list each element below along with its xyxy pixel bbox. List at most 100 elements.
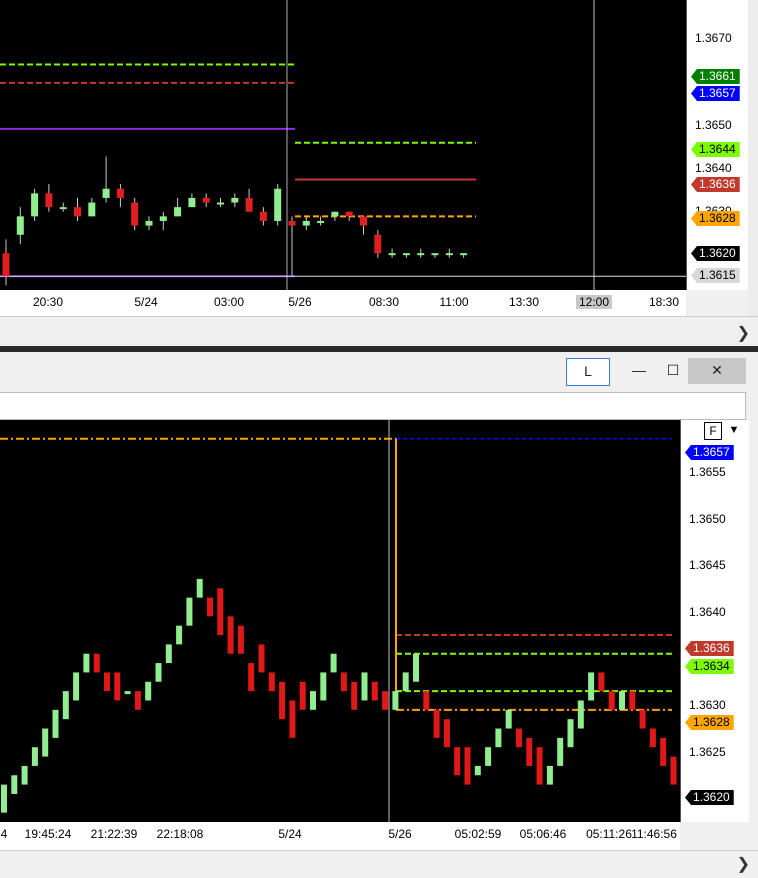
x-tick-label: 08:30 [368,295,400,309]
price-bar [588,672,595,701]
price-bar [567,719,574,748]
price-bar [320,672,327,701]
price-tag: 1.3615 [691,268,740,283]
price-tag: 1.3661 [691,69,740,84]
candle-body [388,253,396,256]
y-tick-label: 1.3640 [695,161,732,175]
minimize-icon[interactable]: — [626,358,652,384]
candle-body [2,253,10,277]
candle-body [145,220,153,226]
crosshair-time-label: 12:00 [575,295,613,309]
x-tick-label: 19:45:24 [24,827,72,841]
candle-body [74,207,81,217]
price-bar [546,765,553,785]
price-bar [1,784,7,813]
candle-body [374,234,382,254]
y-tick-label: 1.3630 [689,698,726,712]
price-bar [299,681,306,710]
price-bar [382,691,389,710]
x-tick-label: 05:06:46 [519,827,567,841]
price-bar [227,616,234,654]
price-bar [268,672,275,692]
price-bar [443,719,450,748]
bottom-time-axis[interactable]: 4 19:45:24 21:22:39 22:18:08 5/24 5/26 0… [0,822,680,850]
candle-body [131,202,139,226]
price-bar [73,672,80,701]
x-tick-label: 18:30 [648,295,680,309]
price-bar [155,663,162,682]
bottom-chart-plot[interactable] [0,420,680,822]
price-bar [165,644,172,664]
price-tag: 1.3628 [685,715,734,730]
price-tag: 1.3636 [691,177,740,192]
price-tag: 1.3657 [691,86,740,101]
triangle-down-icon[interactable]: ▼ [724,422,744,438]
y-tick-label: 1.3670 [695,31,732,45]
candle-body [188,197,196,208]
price-bar [660,737,667,766]
candle-body [288,220,296,226]
chevron-right-icon[interactable]: ❯ [737,854,750,874]
top-time-axis[interactable]: 20:30 5/24 03:00 5/26 08:30 11:00 13:30 … [0,290,686,316]
price-bar [340,672,347,692]
price-bar [248,663,255,692]
price-bar [598,672,605,692]
price-bar [371,681,378,701]
f-button[interactable]: F [704,422,722,440]
price-bar [21,765,28,785]
price-bar [207,597,213,617]
x-tick-label: 05:02:59 [454,827,502,841]
candle-body [45,193,53,208]
y-tick-label: 1.3645 [689,558,726,572]
candle-body [317,220,325,223]
y-tick-label: 1.3640 [689,605,726,619]
price-tag: 1.3644 [691,142,740,157]
candle-body [259,211,267,221]
top-horizontal-scrollbar[interactable]: ❯ [0,316,758,347]
price-bar [176,625,183,645]
price-bar [114,672,121,701]
bottom-horizontal-scrollbar[interactable]: ❯ [0,850,758,878]
candle-body [102,188,110,198]
price-bar [289,700,296,738]
price-bar [464,747,471,785]
close-icon[interactable]: ✕ [688,358,746,384]
candle-body [331,211,339,217]
candle-body [202,197,210,203]
chevron-right-icon[interactable]: ❯ [737,323,750,343]
price-bar [454,747,461,776]
price-bar [413,653,419,682]
price-bar [516,728,522,748]
price-tag: 1.3628 [691,211,740,226]
maximize-icon[interactable]: ☐ [660,358,686,384]
candle-body [31,193,39,217]
candle-body [159,216,167,221]
top-chart-plot[interactable] [0,0,686,290]
price-bar [495,728,502,748]
price-tag: 1.3634 [685,659,734,674]
chart-toolbar[interactable] [0,392,746,420]
x-tick-label: 5/26 [388,827,412,841]
price-bar [52,709,59,738]
candle-body [302,220,310,226]
candle-body [16,216,24,235]
top-price-axis[interactable]: 1.3670 1.3650 1.3640 1.3630 1.3661 1.365… [686,0,749,290]
price-bar [279,681,286,720]
price-bar [11,775,18,794]
window-titlebar[interactable]: L — ☐ ✕ [0,352,758,390]
price-bar [124,691,131,695]
x-tick-label: 11:46:56 [631,827,677,841]
link-button[interactable]: L [566,358,610,386]
x-tick-label: 22:18:08 [156,827,204,841]
bottom-chart-svg [0,420,677,822]
bottom-price-axis[interactable]: 1.3655 1.3650 1.3645 1.3640 1.3630 1.362… [680,420,749,822]
price-bar [536,747,543,785]
price-bar [145,681,152,701]
price-bar [31,747,38,766]
price-bar [392,691,399,710]
price-bar [423,691,430,710]
price-bar [361,672,368,701]
price-bar [670,756,677,785]
x-tick-label: 20:30 [32,295,64,309]
y-tick-label: 1.3655 [689,465,726,479]
